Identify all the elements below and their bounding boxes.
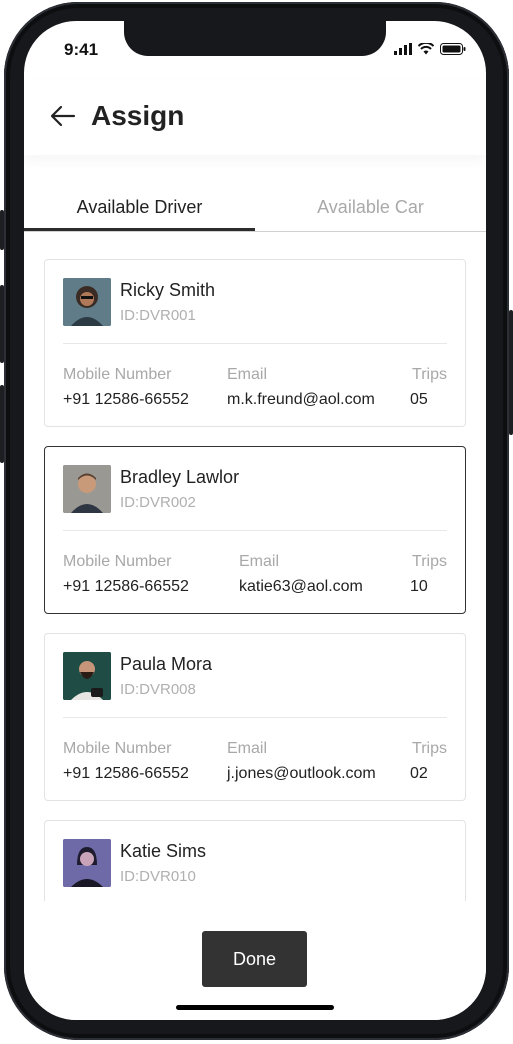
tab-bar: Available Driver Available Car (24, 191, 486, 232)
driver-id: ID:DVR010 (120, 868, 196, 885)
email-value: katie63@aol.com (239, 578, 363, 595)
home-indicator (176, 1005, 334, 1010)
driver-list: Ricky Smith ID:DVR001 Mobile Number Emai… (44, 259, 466, 911)
volume-up-button (0, 210, 4, 250)
divider (63, 717, 447, 718)
page-title: Assign (91, 100, 185, 131)
mobile-value: +91 12586-66552 (63, 391, 189, 408)
driver-id: ID:DVR002 (120, 494, 196, 511)
email-value: m.k.freund@aol.com (227, 391, 375, 408)
back-arrow-icon[interactable] (48, 101, 78, 131)
header: Assign (24, 79, 486, 155)
driver-card[interactable]: Katie Sims ID:DVR010 (44, 820, 466, 911)
notch (124, 21, 386, 56)
power-button (509, 310, 513, 435)
avatar (63, 839, 111, 887)
person-icon (63, 465, 111, 513)
driver-card[interactable]: Paula Mora ID:DVR008 Mobile Number Email… (44, 633, 466, 801)
email-label: Email (239, 553, 280, 570)
email-label: Email (227, 366, 268, 383)
person-icon (63, 652, 111, 700)
trips-value: 10 (410, 578, 428, 595)
volume-down-button (0, 285, 4, 363)
person-icon (63, 839, 111, 887)
driver-name: Paula Mora (120, 654, 213, 674)
email-label: Email (227, 740, 268, 757)
mobile-label: Mobile Number (63, 740, 172, 757)
trips-label: Trips (412, 553, 447, 570)
avatar (63, 652, 111, 700)
driver-name: Bradley Lawlor (120, 467, 240, 487)
driver-card-selected[interactable]: Bradley Lawlor ID:DVR002 Mobile Number E… (44, 446, 466, 614)
mobile-label: Mobile Number (63, 366, 172, 383)
driver-name: Ricky Smith (120, 280, 216, 300)
person-icon (63, 278, 111, 326)
trips-label: Trips (412, 740, 447, 757)
mobile-value: +91 12586-66552 (63, 765, 189, 782)
battery-icon (440, 43, 466, 55)
avatar (63, 278, 111, 326)
avatar (63, 465, 111, 513)
divider (63, 343, 447, 344)
status-time: 9:41 (64, 40, 99, 59)
mobile-label: Mobile Number (63, 553, 172, 570)
driver-name: Katie Sims (120, 841, 207, 861)
driver-id: ID:DVR008 (120, 681, 196, 698)
trips-label: Trips (412, 366, 447, 383)
done-button[interactable]: Done (202, 931, 307, 987)
driver-id: ID:DVR001 (120, 307, 196, 324)
trips-value: 02 (410, 765, 428, 782)
tab-available-car[interactable]: Available Car (255, 191, 486, 223)
driver-card[interactable]: Ricky Smith ID:DVR001 Mobile Number Emai… (44, 259, 466, 427)
signal-icon (394, 43, 412, 55)
tab-available-driver[interactable]: Available Driver (24, 191, 255, 231)
mute-switch (0, 385, 4, 463)
mobile-value: +91 12586-66552 (63, 578, 189, 595)
status-icons (394, 43, 466, 55)
divider (63, 530, 447, 531)
screen: 9:41 Assign Available Driver Available C… (24, 21, 486, 1020)
wifi-icon (418, 43, 434, 55)
trips-value: 05 (410, 391, 428, 408)
email-value: j.jones@outlook.com (227, 765, 376, 782)
